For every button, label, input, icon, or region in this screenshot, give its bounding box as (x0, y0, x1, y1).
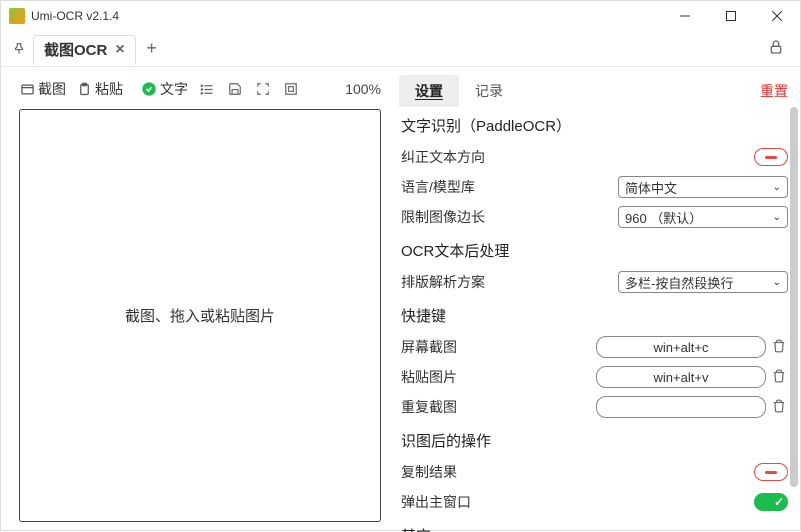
chevron-down-icon: ⌄ (773, 277, 781, 288)
settings-tabs: 设置 记录 重置 (399, 75, 788, 107)
image-dropzone[interactable]: 截图、拖入或粘贴图片 (19, 109, 381, 522)
hotkey-screenshot[interactable]: win+alt+c (596, 336, 766, 358)
section-post: OCR文本后处理 (399, 232, 788, 267)
select-layout[interactable]: 多栏-按自然段换行 ⌄ (618, 271, 788, 293)
scrollbar[interactable] (790, 107, 798, 532)
left-toolbar: 截图 粘贴 文字 100% (19, 75, 381, 103)
window-title: Umi-OCR v2.1.4 (31, 9, 119, 23)
label-orientation: 纠正文本方向 (401, 147, 485, 167)
section-ocr: 文字识别（PaddleOCR） (399, 107, 788, 142)
fullscreen-icon[interactable] (254, 80, 272, 98)
chevron-down-icon: ⌄ (773, 212, 781, 223)
pin-icon[interactable] (9, 39, 29, 59)
check-icon (141, 81, 157, 97)
text-label: 文字 (160, 79, 188, 99)
screenshot-label: 截图 (38, 79, 66, 99)
zoom-level[interactable]: 100% (345, 81, 381, 97)
tab-label: 截图OCR (44, 39, 107, 60)
fit-icon[interactable] (282, 80, 300, 98)
tab-close-icon[interactable]: × (115, 41, 124, 59)
paste-icon (76, 81, 92, 97)
save-icon[interactable] (226, 80, 244, 98)
select-language-value: 简体中文 (625, 178, 677, 197)
toggle-orientation[interactable] (754, 148, 788, 166)
left-panel: 截图 粘贴 文字 100% 截图、拖入或粘贴图片 (1, 67, 391, 532)
text-button[interactable]: 文字 (141, 79, 188, 99)
hotkey-repeat[interactable] (596, 396, 766, 418)
scrollbar-thumb[interactable] (790, 107, 798, 487)
lock-icon[interactable] (768, 39, 792, 58)
dropzone-text: 截图、拖入或粘贴图片 (125, 305, 275, 326)
select-language[interactable]: 简体中文 ⌄ (618, 176, 788, 198)
right-panel: 设置 记录 重置 文字识别（PaddleOCR） 纠正文本方向 语言/模型库 简… (391, 67, 800, 532)
tab-screenshot-ocr[interactable]: 截图OCR × (33, 35, 136, 65)
label-hk-repeat: 重复截图 (401, 397, 457, 417)
section-after: 识图后的操作 (399, 422, 788, 457)
tab-settings[interactable]: 设置 (399, 75, 459, 107)
screenshot-icon (19, 81, 35, 97)
trash-icon[interactable] (772, 369, 788, 385)
trash-icon[interactable] (772, 339, 788, 355)
label-language: 语言/模型库 (401, 177, 475, 197)
label-copy: 复制结果 (401, 462, 457, 482)
tab-records[interactable]: 记录 (459, 75, 519, 107)
toggle-popup[interactable]: ✓ (754, 493, 788, 511)
paste-label: 粘贴 (95, 79, 123, 99)
add-tab-button[interactable]: + (140, 37, 164, 61)
label-layout: 排版解析方案 (401, 272, 485, 292)
section-hotkey: 快捷键 (399, 297, 788, 332)
hotkey-paste[interactable]: win+alt+v (596, 366, 766, 388)
list-icon[interactable] (198, 80, 216, 98)
label-limit: 限制图像边长 (401, 207, 485, 227)
maximize-button[interactable] (708, 1, 754, 31)
label-hk-paste: 粘贴图片 (401, 367, 457, 387)
select-layout-value: 多栏-按自然段换行 (625, 273, 733, 292)
paste-button[interactable]: 粘贴 (76, 79, 123, 99)
toggle-copy[interactable] (754, 463, 788, 481)
minimize-button[interactable] (662, 1, 708, 31)
tab-bar: 截图OCR × + (1, 31, 800, 67)
screenshot-button[interactable]: 截图 (19, 79, 66, 99)
select-limit[interactable]: 960 （默认） ⌄ (618, 206, 788, 228)
trash-icon[interactable] (772, 399, 788, 415)
section-other: 其它 (399, 517, 788, 532)
label-hk-screen: 屏幕截图 (401, 337, 457, 357)
app-icon (9, 8, 25, 24)
title-bar: Umi-OCR v2.1.4 (1, 1, 800, 31)
chevron-down-icon: ⌄ (773, 182, 781, 193)
label-popup: 弹出主窗口 (401, 492, 471, 512)
close-button[interactable] (754, 1, 800, 31)
reset-button[interactable]: 重置 (760, 81, 788, 101)
select-limit-value: 960 （默认） (625, 208, 702, 227)
